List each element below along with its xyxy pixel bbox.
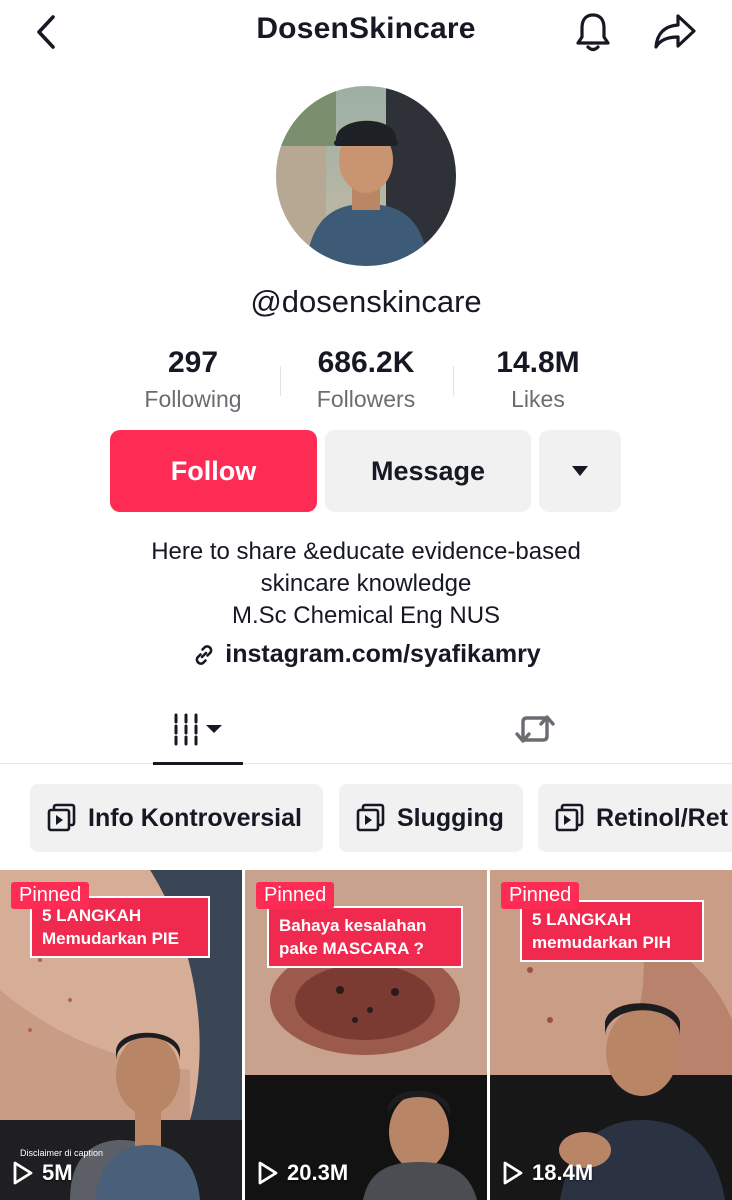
video-caption: 5 LANGKAH memudarkan PIH — [520, 900, 704, 962]
view-count: 20.3M — [257, 1160, 348, 1186]
caption-line: memudarkan PIH — [532, 933, 671, 952]
link-icon — [195, 644, 213, 665]
share-button[interactable] — [650, 10, 700, 54]
disclaimer-text: Disclaimer di caption — [20, 1148, 104, 1158]
repost-icon — [515, 715, 555, 743]
caption-line: pake MASCARA ? — [279, 939, 424, 958]
video-thumbnail[interactable]: Pinned 5 LANGKAH Memudarkan PIE Disclaim… — [0, 870, 242, 1200]
avatar[interactable] — [276, 86, 456, 266]
caret-down-icon — [572, 466, 588, 476]
playlist-label: Slugging — [397, 803, 504, 832]
caption-line: Bahaya kesalahan — [279, 916, 427, 935]
playlist-label: Info Kontroversial — [88, 803, 302, 832]
bio-line: M.Sc Chemical Eng NUS — [231, 602, 501, 629]
profile-tabs — [0, 694, 732, 765]
play-icon — [13, 1161, 33, 1185]
video-caption: Bahaya kesalahan pake MASCARA ? — [267, 906, 463, 968]
stat-label: Following — [144, 386, 242, 412]
video-grid: Pinned 5 LANGKAH Memudarkan PIE Disclaim… — [0, 870, 732, 1200]
follow-button[interactable]: Follow — [110, 430, 317, 512]
message-button[interactable]: Message — [325, 430, 531, 512]
play-icon — [258, 1161, 278, 1185]
grid-icon — [174, 713, 222, 746]
bio: Here to share &educate evidence-based sk… — [0, 536, 732, 632]
stat-value: 14.8M — [496, 346, 580, 379]
view-count-value: 5M — [42, 1160, 73, 1185]
stats-row: 297 Following 686.2K Followers 14.8M Lik… — [0, 346, 732, 422]
stat-followers[interactable]: 686.2K Followers — [276, 346, 456, 413]
username: @dosenskincare — [250, 284, 482, 319]
profile-link[interactable]: instagram.com/syafikamry — [0, 640, 732, 669]
stat-label: Followers — [316, 386, 416, 412]
play-icon — [503, 1161, 523, 1185]
pinned-badge: Pinned — [501, 882, 580, 909]
stat-likes[interactable]: 14.8M Likes — [448, 346, 628, 413]
view-count-value: 18.4M — [532, 1160, 594, 1185]
playlist-icon — [555, 803, 584, 832]
playlist-chips: Info Kontroversial Slugging Retinol/Ret — [0, 784, 732, 854]
caption-line: Memudarkan PIE — [42, 929, 179, 948]
top-bar: DosenSkincare — [0, 0, 732, 64]
view-count: 5M — [12, 1160, 73, 1186]
playlist-chip[interactable]: Slugging — [339, 784, 523, 852]
view-count-value: 20.3M — [287, 1160, 349, 1185]
pinned-badge: Pinned — [256, 882, 335, 909]
tab-videos[interactable] — [153, 694, 243, 765]
video-thumbnail[interactable]: Pinned 5 LANGKAH memudarkan PIH 18.4M — [490, 870, 732, 1200]
notifications-button[interactable] — [570, 10, 616, 54]
stat-value: 297 — [167, 346, 219, 379]
avatar-photo — [276, 86, 456, 266]
page-title: DosenSkincare — [256, 12, 476, 45]
caption-line: 5 LANGKAH — [532, 910, 632, 929]
profile-link-text: instagram.com/syafikamry — [225, 640, 541, 668]
stat-value: 686.2K — [317, 346, 415, 379]
share-arrow-icon — [654, 14, 696, 49]
view-count: 18.4M — [502, 1160, 593, 1186]
pinned-badge: Pinned — [11, 882, 90, 909]
tab-active-indicator — [153, 762, 243, 765]
bell-icon — [576, 13, 610, 52]
playlist-icon — [356, 803, 385, 832]
bio-line: Here to share &educate evidence-based — [151, 538, 581, 565]
playlist-label: Retinol/Ret — [596, 803, 728, 832]
more-options-button[interactable] — [539, 430, 621, 512]
stat-following[interactable]: 297 Following — [103, 346, 283, 413]
playlist-chip[interactable]: Retinol/Ret — [538, 784, 732, 852]
tab-reposts[interactable] — [500, 694, 570, 764]
playlist-chip[interactable]: Info Kontroversial — [30, 784, 323, 852]
playlist-icon — [47, 803, 76, 832]
bio-line: skincare knowledge — [260, 570, 472, 597]
video-thumbnail[interactable]: Pinned Bahaya kesalahan pake MASCARA ? 2… — [245, 870, 487, 1200]
stat-label: Likes — [511, 386, 565, 412]
